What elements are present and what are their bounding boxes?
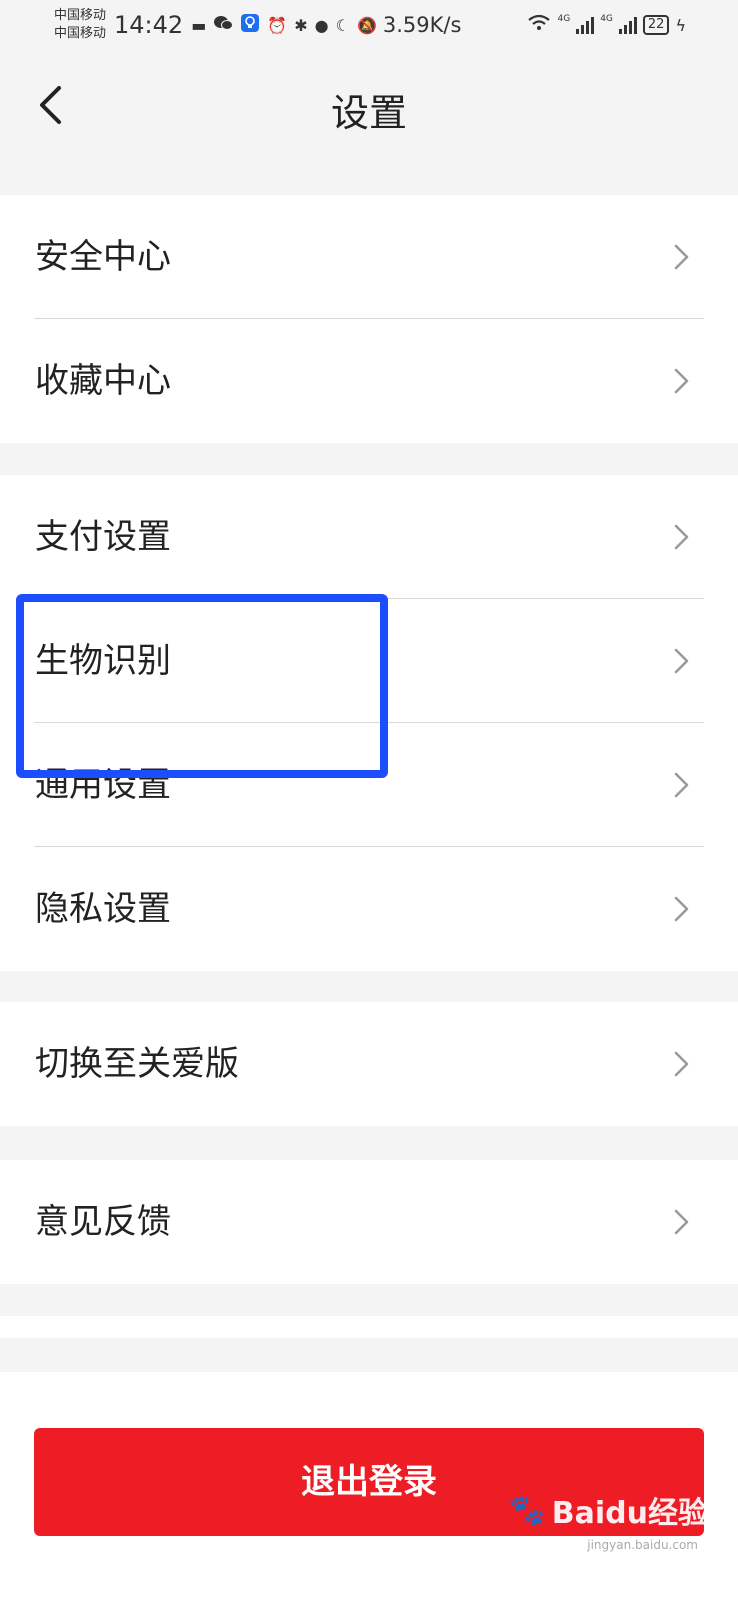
watermark-domain: jingyan.baidu.com <box>587 1538 698 1552</box>
watermark-brand: Baidu经验 <box>551 1496 708 1531</box>
chevron-right-icon <box>674 244 689 270</box>
settings-item-switch-care-mode[interactable]: 切换至关爱版 <box>0 1002 738 1126</box>
paw-icon: 🐾 <box>508 1492 546 1528</box>
chevron-right-icon <box>674 896 689 922</box>
chevron-right-icon <box>674 524 689 550</box>
item-label: 收藏中心 <box>35 361 171 401</box>
net-type-1: 4G <box>557 14 571 24</box>
settings-item-feedback[interactable]: 意见反馈 <box>0 1160 738 1284</box>
status-bar: 中国移动 中国移动 14:42 ▬ ⏰ ✱ ● ☾ 🔕 3.59K/s 4G 4… <box>0 0 738 50</box>
item-label: 意见反馈 <box>35 1202 171 1242</box>
charging-icon: ϟ <box>675 15 686 35</box>
notification-icon: ▬ <box>191 15 207 35</box>
settings-group-3: 切换至关爱版 <box>0 1002 738 1126</box>
carrier-info: 中国移动 中国移动 <box>54 7 106 43</box>
item-label: 切换至关爱版 <box>35 1044 239 1084</box>
status-right: 4G 4G 22 ϟ <box>527 14 686 36</box>
net-type-2: 4G <box>600 14 613 24</box>
signal-icon-1 <box>576 16 595 34</box>
carrier-name-2: 中国移动 <box>54 26 107 41</box>
bulb-icon <box>240 13 260 37</box>
settings-group-4: 意见反馈 <box>0 1160 738 1284</box>
item-label: 支付设置 <box>35 517 171 557</box>
chevron-right-icon <box>674 772 689 798</box>
settings-item-payment-settings[interactable]: 支付设置 <box>0 475 738 599</box>
battery-icon: 22 <box>642 15 670 35</box>
chevron-right-icon <box>674 1051 689 1077</box>
settings-item-security-center[interactable]: 安全中心 <box>0 195 738 319</box>
highlight-annotation-box <box>16 594 388 778</box>
settings-item-favorites-center[interactable]: 收藏中心 <box>0 319 738 443</box>
mute-icon: 🔕 <box>356 15 377 35</box>
wifi-icon <box>527 14 551 36</box>
moon-icon: ☾ <box>335 15 350 35</box>
item-label: 安全中心 <box>35 237 171 277</box>
chevron-right-icon <box>674 648 689 674</box>
status-time: 14:42 <box>114 11 184 39</box>
page-title: 设置 <box>330 91 407 135</box>
status-icons: ▬ ⏰ ✱ ● ☾ 🔕 <box>191 13 377 37</box>
chevron-right-icon <box>674 1209 689 1235</box>
settings-group-1: 安全中心 收藏中心 <box>0 195 738 443</box>
item-label: 隐私设置 <box>35 889 171 929</box>
location-icon: ● <box>314 15 329 35</box>
alarm-icon: ⏰ <box>267 15 288 35</box>
wechat-icon <box>213 15 234 35</box>
chevron-right-icon <box>674 368 689 394</box>
network-speed: 3.59K/s <box>382 13 462 37</box>
settings-item-privacy-settings[interactable]: 隐私设置 <box>0 847 738 971</box>
bluetooth-icon: ✱ <box>294 15 308 35</box>
nav-bar: 设置 <box>0 50 738 160</box>
carrier-name-1: 中国移动 <box>54 8 107 23</box>
signal-icon-2 <box>618 16 637 34</box>
baidu-watermark: 🐾 Baidu经验 <box>508 1488 708 1532</box>
blank-strip <box>0 1316 738 1338</box>
